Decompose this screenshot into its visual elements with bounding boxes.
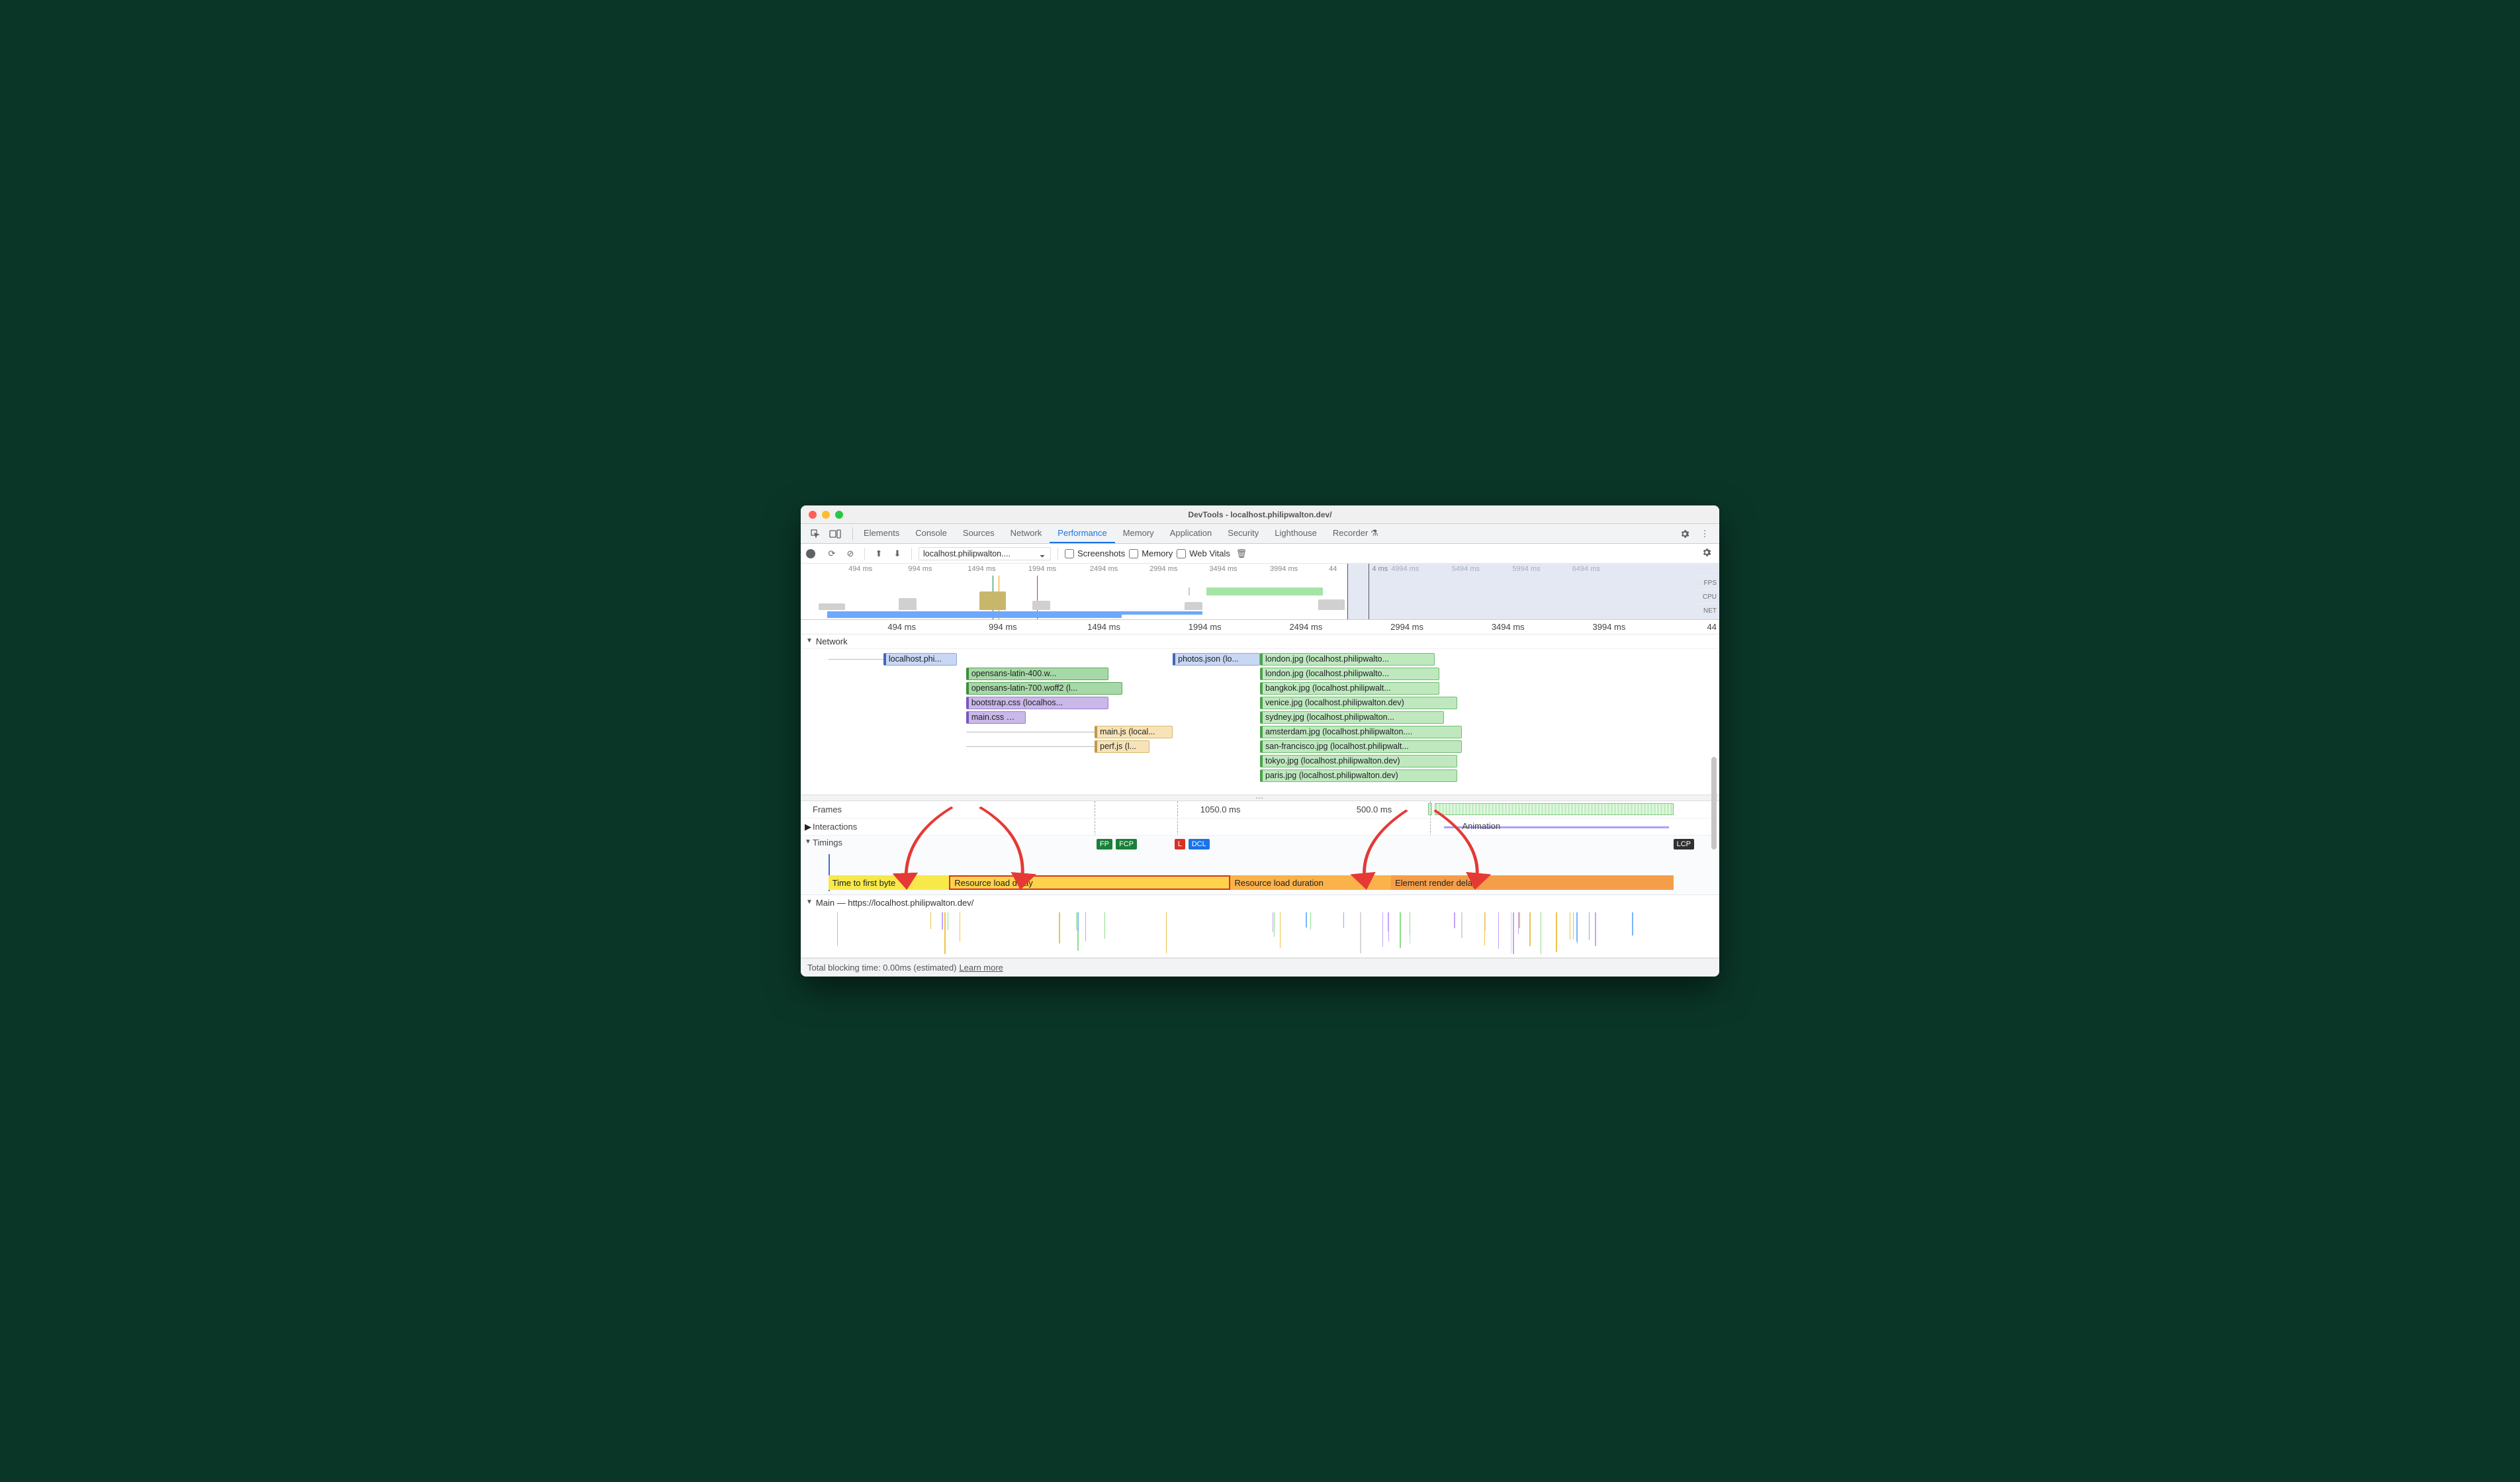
tab-sources[interactable]: Sources <box>955 524 1003 543</box>
status-footer: Total blocking time: 0.00ms (estimated) … <box>801 958 1719 977</box>
save-profile-icon[interactable]: ⬇ <box>890 548 905 559</box>
timing-marker-dcl[interactable]: DCL <box>1189 839 1210 850</box>
lcp-element-render-delay: Element render delay <box>1391 875 1674 890</box>
frames-row[interactable]: Frames 1050.0 ms 500.0 ms <box>801 801 1719 818</box>
lcp-ttfb: Time to first byte <box>829 875 950 890</box>
timing-marker-fcp[interactable]: FCP <box>1116 839 1137 850</box>
main-thread-row[interactable]: ▼ Main — https://localhost.philipwalton.… <box>801 895 1719 958</box>
network-request[interactable]: opensans-latin-700.woff2 (l... <box>966 682 1122 695</box>
zoom-window-button[interactable] <box>835 511 843 519</box>
panel-splitter[interactable] <box>801 795 1719 801</box>
network-request[interactable]: photos.json (lo... <box>1173 653 1260 666</box>
tab-memory[interactable]: Memory <box>1115 524 1162 543</box>
overview-minimap[interactable]: 494 ms994 ms1494 ms1994 ms2494 ms2994 ms… <box>801 564 1719 620</box>
web-vitals-checkbox[interactable]: Web Vitals <box>1177 548 1230 558</box>
screenshots-checkbox[interactable]: Screenshots <box>1065 548 1125 558</box>
minimize-window-button[interactable] <box>822 511 830 519</box>
load-profile-icon[interactable]: ⬆ <box>872 548 886 559</box>
devtools-window: DevTools - localhost.philipwalton.dev/ E… <box>801 505 1719 977</box>
collapse-icon: ▼ <box>806 898 813 906</box>
network-request[interactable]: opensans-latin-400.w... <box>966 668 1108 680</box>
lcp-breakdown: Time to first byte Resource load delay R… <box>829 875 1674 890</box>
performance-toolbar: ⟳ ⊘ ⬆ ⬇ localhost.philipwalton.... Scree… <box>801 544 1719 564</box>
network-request[interactable]: venice.jpg (localhost.philipwalton.dev) <box>1260 697 1457 709</box>
collapse-icon: ▼ <box>806 637 813 644</box>
window-title: DevTools - localhost.philipwalton.dev/ <box>801 510 1719 519</box>
scrollbar-thumb[interactable] <box>1711 757 1717 850</box>
interactions-row[interactable]: ▶ Interactions Animation <box>801 818 1719 836</box>
learn-more-link[interactable]: Learn more <box>959 963 1003 973</box>
network-request[interactable]: sydney.jpg (localhost.philipwalton... <box>1260 711 1444 724</box>
memory-checkbox[interactable]: Memory <box>1129 548 1173 558</box>
vertical-scrollbar[interactable] <box>1710 505 1718 958</box>
device-toolbar-icon[interactable] <box>826 529 844 539</box>
network-request[interactable]: bangkok.jpg (localhost.philipwalt... <box>1260 682 1439 695</box>
network-request[interactable]: london.jpg (localhost.philipwalto... <box>1260 653 1435 666</box>
network-request[interactable]: bootstrap.css (localhos... <box>966 697 1108 709</box>
timing-marker-fp[interactable]: FP <box>1097 839 1112 850</box>
network-request[interactable]: tokyo.jpg (localhost.philipwalton.dev) <box>1260 755 1457 767</box>
reload-record-button[interactable]: ⟳ <box>825 548 839 559</box>
collapse-icon: ▼ <box>805 838 811 846</box>
timing-marker-lcp[interactable]: LCP <box>1674 839 1694 850</box>
close-window-button[interactable] <box>809 511 817 519</box>
traffic-lights <box>801 511 843 519</box>
tab-performance[interactable]: Performance <box>1050 524 1114 543</box>
network-request[interactable]: main.js (local... <box>1095 726 1173 738</box>
titlebar: DevTools - localhost.philipwalton.dev/ <box>801 505 1719 524</box>
record-button[interactable] <box>806 549 821 558</box>
tab-security[interactable]: Security <box>1220 524 1267 543</box>
network-request[interactable]: london.jpg (localhost.philipwalto... <box>1260 668 1439 680</box>
frame-duration-1: 1050.0 ms <box>1200 805 1241 814</box>
lcp-resource-load-delay: Resource load delay <box>949 875 1230 890</box>
tab-lighthouse[interactable]: Lighthouse <box>1267 524 1325 543</box>
lcp-resource-load-duration: Resource load duration <box>1230 875 1391 890</box>
frame-duration-2: 500.0 ms <box>1357 805 1392 814</box>
context-select[interactable]: localhost.philipwalton.... <box>919 547 1051 560</box>
panel-tabs: ElementsConsoleSourcesNetworkPerformance… <box>801 524 1719 544</box>
total-blocking-time: Total blocking time: 0.00ms (estimated) <box>807 963 956 973</box>
tab-application[interactable]: Application <box>1162 524 1220 543</box>
network-request[interactable]: amsterdam.jpg (localhost.philipwalton...… <box>1260 726 1462 738</box>
animation-label: Animation <box>1462 821 1500 831</box>
settings-icon[interactable] <box>1676 529 1694 539</box>
network-request[interactable]: main.css … <box>966 711 1026 724</box>
overview-cursor-left: 44 <box>1329 565 1337 573</box>
network-track[interactable]: localhost.phi... opensans-latin-400.w... o… <box>801 649 1719 795</box>
timing-marker-l[interactable]: L <box>1175 839 1185 850</box>
network-request[interactable]: san-francisco.jpg (localhost.philipwalt.… <box>1260 740 1462 753</box>
flamechart-panel[interactable]: Frames 1050.0 ms 500.0 ms ▶ Interactions… <box>801 801 1719 958</box>
inspect-element-icon[interactable] <box>806 529 825 539</box>
tab-recorder-[interactable]: Recorder ⚗ <box>1325 524 1386 543</box>
network-request[interactable]: paris.jpg (localhost.philipwalton.dev) <box>1260 769 1457 782</box>
clear-button[interactable]: ⊘ <box>843 548 858 559</box>
network-request[interactable]: localhost.phi... <box>883 653 957 666</box>
expand-icon: ▶ <box>805 822 811 832</box>
tab-elements[interactable]: Elements <box>856 524 907 543</box>
timings-row[interactable]: ▼ Timings FPFCPLDCLLCP Time to first byt… <box>801 836 1719 895</box>
network-section-toggle[interactable]: ▼ Network <box>801 634 1719 649</box>
network-request[interactable]: perf.js (l... <box>1095 740 1149 753</box>
garbage-collect-icon[interactable]: 🗑 <box>1234 548 1249 559</box>
tab-console[interactable]: Console <box>907 524 955 543</box>
timeline-ruler[interactable]: 44 494 ms994 ms1494 ms1994 ms2494 ms2994… <box>801 620 1719 634</box>
overview-cursor-right: 4 ms <box>1372 565 1388 573</box>
tab-network[interactable]: Network <box>1003 524 1050 543</box>
